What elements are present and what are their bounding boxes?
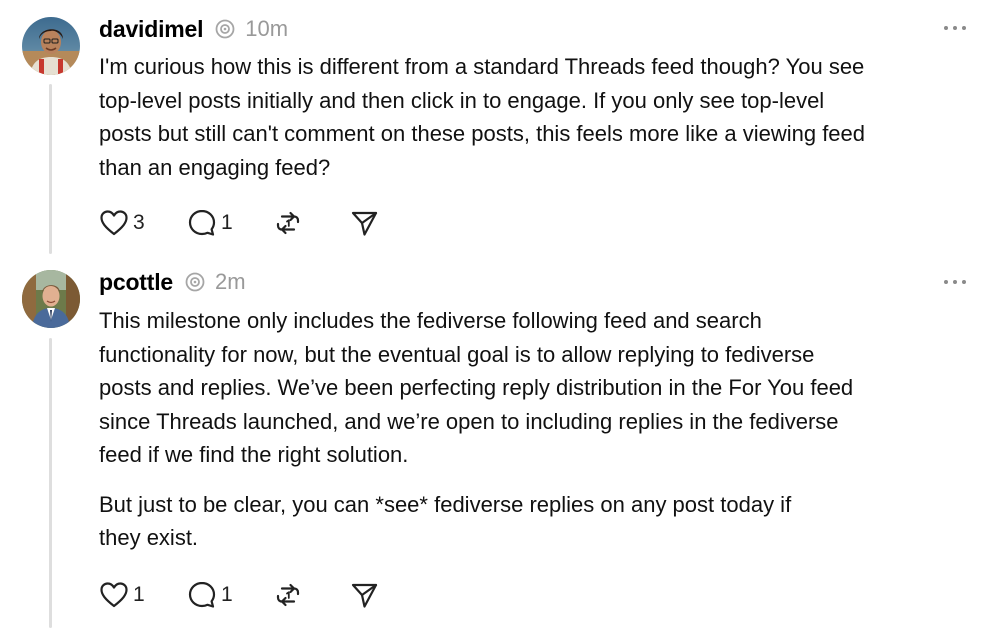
post-body: I'm curious how this is different from a… (99, 50, 979, 184)
share-send-icon (351, 211, 378, 236)
share-send-icon (351, 583, 378, 608)
heart-icon (100, 210, 128, 236)
post-timestamp: 10m (245, 16, 289, 41)
post-header: davidimel 10m (99, 14, 288, 44)
post-actions: 1 1 (99, 580, 389, 610)
post-body: This milestone only includes the fediver… (99, 304, 979, 555)
more-options-icon[interactable] (944, 22, 966, 34)
avatar[interactable] (22, 270, 80, 328)
username[interactable]: davidimel (99, 16, 203, 43)
fediverse-icon (184, 271, 206, 293)
repost-icon (276, 211, 300, 235)
post-paragraph: I'm curious how this is different from a… (99, 54, 866, 180)
post-paragraph: This milestone only includes the fediver… (99, 308, 854, 467)
user-avatar-icon (22, 270, 80, 328)
heart-icon (100, 582, 128, 608)
avatar[interactable] (22, 17, 80, 75)
share-button[interactable] (349, 580, 389, 610)
thread-post: davidimel 10m I'm curious how this is di… (0, 0, 1000, 258)
post-timestamp: 2m (215, 269, 246, 294)
fediverse-icon (214, 18, 236, 40)
share-button[interactable] (349, 208, 389, 238)
repost-icon (276, 583, 300, 607)
like-count: 1 (133, 583, 145, 606)
like-button[interactable]: 1 (99, 580, 187, 610)
comment-icon (188, 209, 216, 236)
thread-line (49, 84, 52, 254)
post-header: pcottle 2m (99, 267, 246, 297)
more-options-icon[interactable] (944, 276, 966, 288)
thread-line (49, 338, 52, 628)
like-button[interactable]: 3 (99, 208, 187, 238)
username[interactable]: pcottle (99, 269, 173, 296)
user-avatar-icon (22, 17, 80, 75)
reply-button[interactable]: 1 (187, 580, 273, 610)
comment-icon (188, 581, 216, 608)
thread-post: pcottle 2m This milestone only includes … (0, 258, 1000, 628)
reply-button[interactable]: 1 (187, 208, 273, 238)
post-actions: 3 1 (99, 208, 389, 238)
repost-button[interactable] (273, 208, 349, 238)
reply-count: 1 (221, 583, 233, 606)
repost-button[interactable] (273, 580, 349, 610)
post-paragraph: But just to be clear, you can *see* fedi… (99, 491, 792, 551)
reply-count: 1 (221, 211, 233, 234)
like-count: 3 (133, 211, 145, 234)
